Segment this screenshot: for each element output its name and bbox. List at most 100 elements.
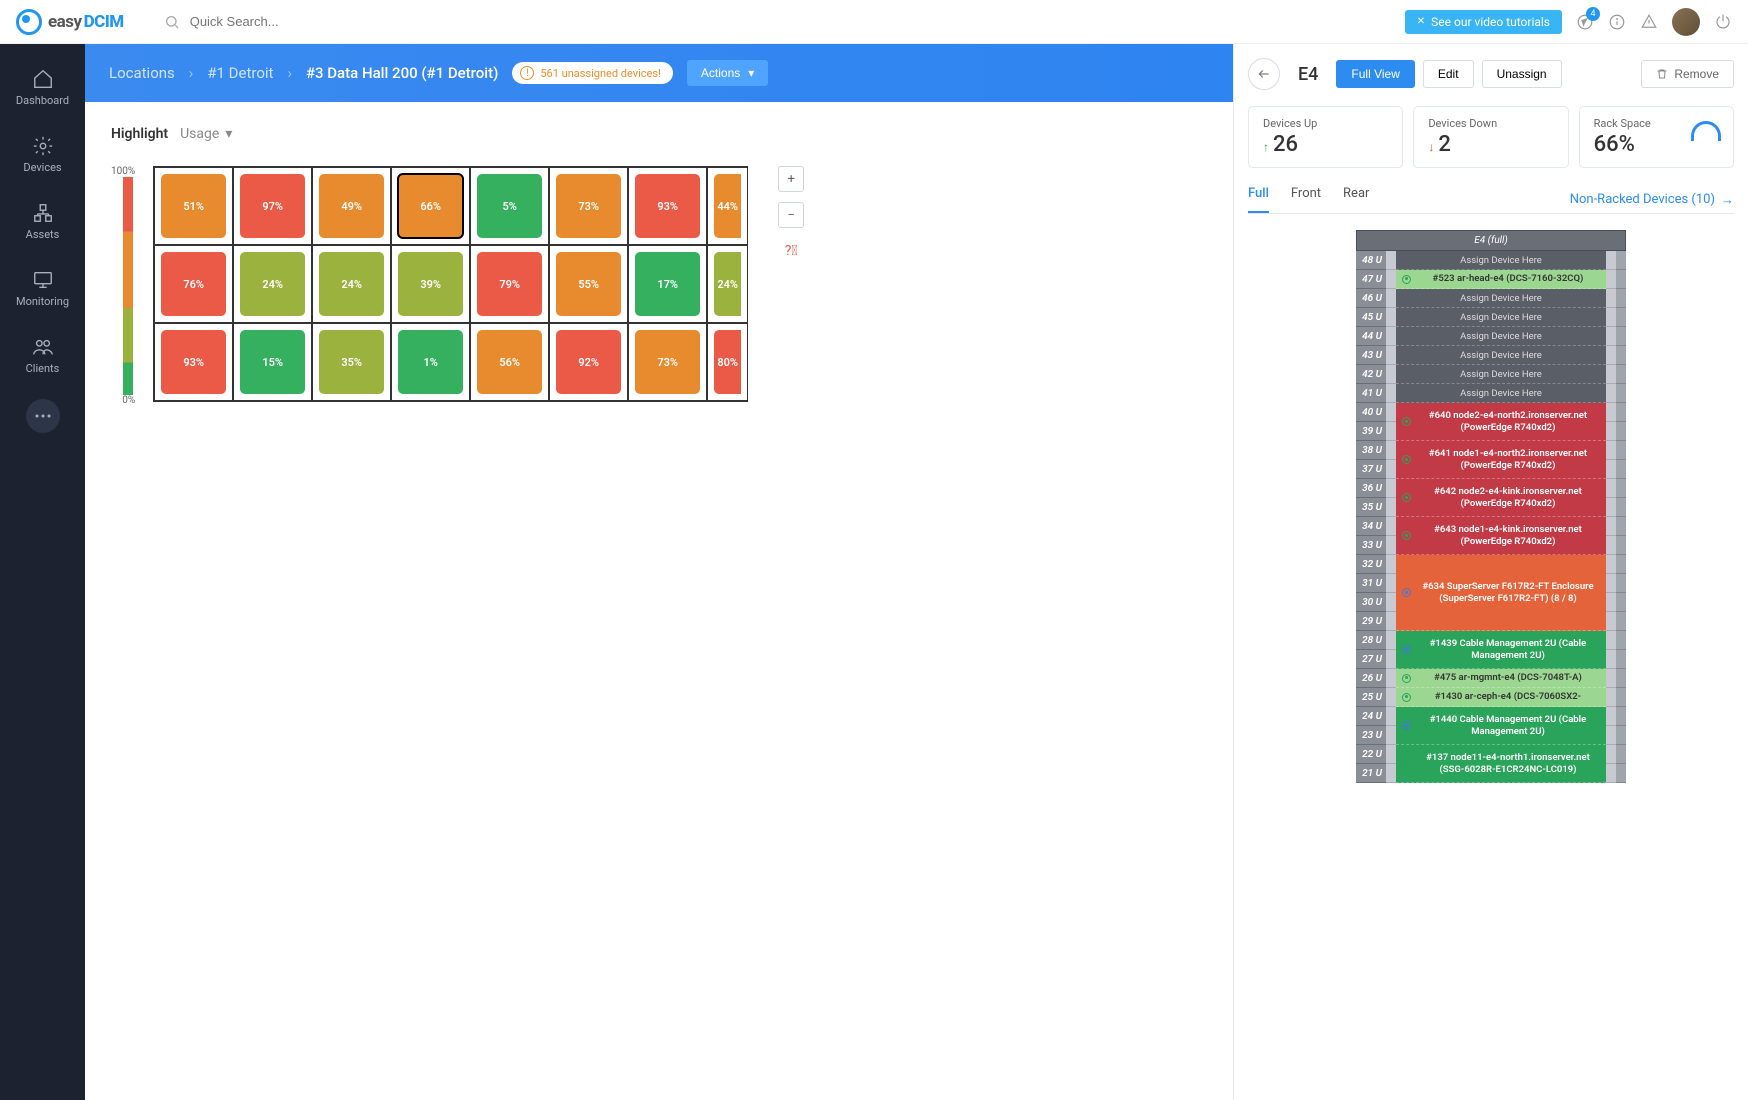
- usage-heatmap: 100% 0% 51%97%49%66%5%73%93%44%76%24%24%…: [111, 166, 1209, 406]
- heatmap-cell[interactable]: 17%: [628, 245, 707, 323]
- heatmap-cell[interactable]: 1%: [391, 323, 470, 401]
- heatmap-cell[interactable]: 56%: [470, 323, 549, 401]
- heatmap-cell[interactable]: 24%: [707, 245, 747, 323]
- heatmap-cell[interactable]: 55%: [549, 245, 628, 323]
- rack-device-slot[interactable]: #640 node2-e4-north2.ironserver.net (Pow…: [1396, 403, 1606, 441]
- arrow-left-icon: [1257, 67, 1271, 81]
- rack-device-slot[interactable]: #634 SuperServer F617R2-FT Enclosure (Su…: [1396, 555, 1606, 631]
- breadcrumb-locations[interactable]: Locations: [109, 64, 175, 82]
- rack-device-slot[interactable]: #642 node2-e4-kink.ironserver.net (Power…: [1396, 479, 1606, 517]
- global-search[interactable]: [164, 14, 1405, 30]
- highlight-label: Highlight: [111, 126, 168, 142]
- status-dot-icon: [1402, 493, 1411, 502]
- unassign-button[interactable]: Unassign: [1482, 60, 1562, 88]
- rack-device-slot[interactable]: #137 node11-e4-north1.ironserver.net (SS…: [1396, 745, 1606, 783]
- sidebar-item-monitoring[interactable]: Monitoring: [0, 259, 85, 318]
- back-button[interactable]: [1248, 58, 1280, 90]
- rack-empty-slot[interactable]: Assign Device Here: [1396, 327, 1606, 346]
- info-icon[interactable]: [1608, 13, 1626, 31]
- tutorial-link[interactable]: See our video tutorials: [1405, 10, 1562, 34]
- tab-rear[interactable]: Rear: [1343, 186, 1369, 213]
- heatmap-cell[interactable]: 35%: [312, 323, 391, 401]
- rack-device-slot[interactable]: #643 node1-e4-kink.ironserver.net (Power…: [1396, 517, 1606, 555]
- heatmap-cell[interactable]: 73%: [549, 167, 628, 245]
- heatmap-cell[interactable]: 92%: [549, 323, 628, 401]
- alert-icon[interactable]: [1640, 13, 1658, 31]
- warning-icon: !: [520, 66, 534, 80]
- status-dot-icon: [1402, 588, 1411, 597]
- arrow-right-icon: →: [1721, 192, 1734, 208]
- heatmap-scale: 100% 0%: [111, 166, 135, 406]
- heatmap-cell[interactable]: 97%: [233, 167, 312, 245]
- rack-device-slot[interactable]: #641 node1-e4-north2.ironserver.net (Pow…: [1396, 441, 1606, 479]
- rack-device-slot[interactable]: #523 ar-head-e4 (DCS-7160-32CQ): [1396, 270, 1606, 289]
- logo[interactable]: easy DCIM: [16, 9, 124, 35]
- rack-diagram: E4 (full)48 UAssign Device Here47 U#523 …: [1356, 230, 1626, 1100]
- heatmap-cell[interactable]: 73%: [628, 323, 707, 401]
- sidebar-item-dashboard[interactable]: Dashboard: [0, 58, 85, 117]
- assets-icon: [32, 202, 54, 224]
- heatmap-cell[interactable]: 49%: [312, 167, 391, 245]
- heatmap-cell[interactable]: 24%: [312, 245, 391, 323]
- breadcrumb-detroit[interactable]: #1 Detroit: [207, 64, 273, 82]
- heatmap-cell[interactable]: 15%: [233, 323, 312, 401]
- rack-device-slot[interactable]: #1430 ar-ceph-e4 (DCS-7060SX2-: [1396, 688, 1606, 707]
- rack-empty-slot[interactable]: Assign Device Here: [1396, 384, 1606, 403]
- tab-full[interactable]: Full: [1248, 186, 1269, 213]
- sidebar-more-button[interactable]: [26, 399, 60, 433]
- rack-device-slot[interactable]: #475 ar-mgmnt-e4 (DCS-7048T-A): [1396, 669, 1606, 688]
- full-view-button[interactable]: Full View: [1336, 60, 1414, 88]
- rack-device-slot[interactable]: #1439 Cable Management 2U (Cable Managem…: [1396, 631, 1606, 669]
- tab-front[interactable]: Front: [1291, 186, 1321, 213]
- rack-empty-slot[interactable]: Assign Device Here: [1396, 346, 1606, 365]
- heatmap-cell[interactable]: 44%: [707, 167, 747, 245]
- status-dot-icon: [1402, 674, 1411, 683]
- status-dot-icon: [1402, 455, 1411, 464]
- trash-icon: [1656, 68, 1668, 80]
- compass-icon[interactable]: 4: [1576, 13, 1594, 31]
- non-racked-link[interactable]: Non-Racked Devices (10) →: [1570, 186, 1734, 213]
- zoom-in-button[interactable]: +: [778, 166, 804, 192]
- home-icon: [32, 68, 54, 90]
- rack-empty-slot[interactable]: Assign Device Here: [1396, 289, 1606, 308]
- monitor-icon: [32, 269, 54, 291]
- breadcrumb-current: #3 Data Hall 200 (#1 Detroit): [306, 64, 498, 82]
- sidebar-item-clients[interactable]: Clients: [0, 326, 85, 385]
- notification-badge: 4: [1586, 7, 1600, 21]
- logo-icon: [16, 9, 42, 35]
- status-dot-icon: [1402, 693, 1411, 702]
- search-input[interactable]: [190, 14, 490, 29]
- heatmap-cell[interactable]: 39%: [391, 245, 470, 323]
- help-icon[interactable]: ?⃝: [778, 238, 804, 264]
- heatmap-cell[interactable]: 93%: [154, 323, 233, 401]
- arrow-up-icon: ↑: [1263, 140, 1269, 154]
- rack-device-slot[interactable]: #1440 Cable Management 2U (Cable Managem…: [1396, 707, 1606, 745]
- sidebar-item-assets[interactable]: Assets: [0, 192, 85, 251]
- rack-empty-slot[interactable]: Assign Device Here: [1396, 365, 1606, 384]
- more-icon: [35, 414, 51, 418]
- actions-dropdown[interactable]: Actions ▾: [687, 60, 768, 86]
- sidebar-item-devices[interactable]: Devices: [0, 125, 85, 184]
- rack-empty-slot[interactable]: Assign Device Here: [1396, 251, 1606, 270]
- heatmap-cell[interactable]: 5%: [470, 167, 549, 245]
- highlight-dropdown[interactable]: Usage ▾: [180, 126, 232, 142]
- heatmap-cell[interactable]: 76%: [154, 245, 233, 323]
- status-dot-icon: [1402, 759, 1411, 768]
- zoom-out-button[interactable]: −: [778, 202, 804, 228]
- unassigned-warning[interactable]: ! 561 unassigned devices!: [512, 62, 673, 84]
- heatmap-cell[interactable]: 66%: [391, 167, 470, 245]
- heatmap-cell[interactable]: 80%: [707, 323, 747, 401]
- power-icon[interactable]: [1714, 13, 1732, 31]
- heatmap-cell[interactable]: 51%: [154, 167, 233, 245]
- heatmap-cell[interactable]: 24%: [233, 245, 312, 323]
- breadcrumb-bar: Locations › #1 Detroit › #3 Data Hall 20…: [85, 44, 1233, 102]
- edit-button[interactable]: Edit: [1423, 60, 1474, 88]
- status-dot-icon: [1402, 531, 1411, 540]
- heatmap-cell[interactable]: 93%: [628, 167, 707, 245]
- stat-devices-down: Devices Down ↓2: [1413, 106, 1568, 168]
- remove-button[interactable]: Remove: [1641, 60, 1734, 88]
- user-avatar[interactable]: [1672, 8, 1700, 36]
- rack-empty-slot[interactable]: Assign Device Here: [1396, 308, 1606, 327]
- search-icon: [164, 14, 180, 30]
- heatmap-cell[interactable]: 79%: [470, 245, 549, 323]
